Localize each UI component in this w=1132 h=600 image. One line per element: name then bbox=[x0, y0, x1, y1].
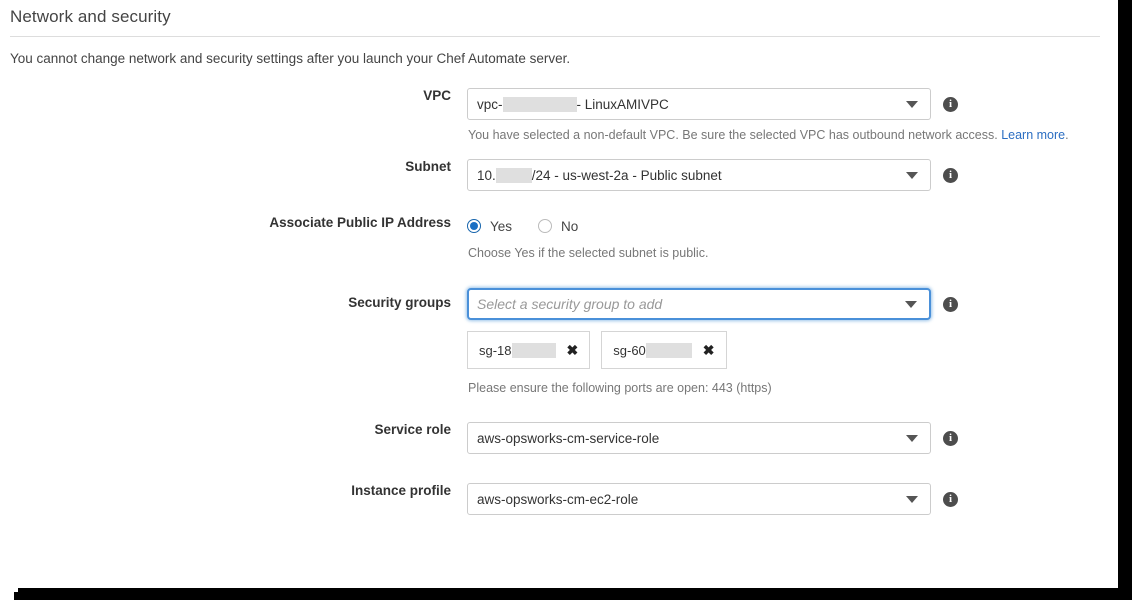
remove-chip-icon[interactable]: ✖ bbox=[703, 343, 715, 357]
info-icon[interactable]: i bbox=[943, 167, 958, 183]
vpc-field: vpc- - LinuxAMIVPC i You have selected a… bbox=[467, 88, 1110, 142]
intro-text: You cannot change network and security s… bbox=[10, 51, 571, 66]
security-groups-label: Security groups bbox=[348, 295, 451, 310]
radio-yes[interactable] bbox=[467, 219, 481, 233]
info-icon[interactable]: i bbox=[943, 491, 958, 507]
chevron-down-icon[interactable] bbox=[905, 301, 917, 308]
instance-profile-value: aws-opsworks-cm-ec2-role bbox=[477, 491, 639, 507]
chevron-down-icon[interactable] bbox=[906, 172, 918, 179]
vpc-hint-text: You have selected a non-default VPC. Be … bbox=[468, 128, 1002, 142]
field-row-security-groups: Security groups Select a security group … bbox=[0, 288, 1110, 395]
vpc-hint: You have selected a non-default VPC. Be … bbox=[467, 128, 1110, 142]
subnet-value-prefix: 10. bbox=[477, 167, 496, 183]
security-groups-placeholder: Select a security group to add bbox=[477, 296, 663, 312]
service-role-control-line: aws-opsworks-cm-service-role i bbox=[467, 422, 1110, 454]
associate-public-ip-radio-group: Yes No bbox=[467, 215, 1110, 237]
screenshot-shadow-bottom-notch-2 bbox=[10, 587, 18, 592]
service-role-field: aws-opsworks-cm-service-role i bbox=[467, 422, 1110, 454]
subnet-control-line: 10. /24 - us-west-2a - Public subnet i bbox=[467, 159, 1110, 191]
network-security-form: VPC vpc- - LinuxAMIVPC i You have select… bbox=[0, 88, 1110, 515]
vpc-redaction bbox=[502, 96, 577, 112]
subnet-field: 10. /24 - us-west-2a - Public subnet i bbox=[467, 159, 1110, 191]
vpc-hint-period: . bbox=[1065, 128, 1069, 142]
info-icon[interactable]: i bbox=[943, 430, 958, 446]
security-groups-control-line: Select a security group to add i bbox=[467, 288, 1110, 320]
subnet-label: Subnet bbox=[405, 159, 451, 174]
learn-more-link[interactable]: Learn more bbox=[1001, 128, 1065, 142]
security-group-chip-label: sg-60 bbox=[613, 342, 646, 358]
chevron-down-icon[interactable] bbox=[906, 496, 918, 503]
radio-yes-label[interactable]: Yes bbox=[490, 219, 512, 234]
security-groups-select[interactable]: Select a security group to add bbox=[467, 288, 931, 320]
security-groups-hint: Please ensure the following ports are op… bbox=[468, 381, 772, 395]
associate-public-ip-field: Yes No Choose Yes if the selected subnet… bbox=[467, 215, 1110, 260]
security-group-chip-redaction bbox=[511, 342, 556, 358]
info-icon[interactable]: i bbox=[943, 296, 958, 312]
service-role-label: Service role bbox=[374, 422, 451, 437]
security-group-chip: sg-60 ✖ bbox=[601, 331, 727, 369]
security-groups-field: Select a security group to add i sg-18 ✖… bbox=[467, 288, 1110, 395]
page-title: Network and security bbox=[10, 7, 171, 26]
info-icon[interactable]: i bbox=[943, 96, 958, 112]
field-row-instance-profile: Instance profile aws-opsworks-cm-ec2-rol… bbox=[0, 483, 1110, 515]
remove-chip-icon[interactable]: ✖ bbox=[567, 343, 579, 357]
vpc-value-suffix: - LinuxAMIVPC bbox=[576, 96, 669, 112]
radio-no[interactable] bbox=[538, 219, 553, 233]
security-group-chip: sg-18 ✖ bbox=[467, 331, 591, 369]
vpc-select[interactable]: vpc- - LinuxAMIVPC bbox=[467, 88, 931, 120]
service-role-value: aws-opsworks-cm-service-role bbox=[477, 430, 660, 446]
field-row-service-role: Service role aws-opsworks-cm-service-rol… bbox=[0, 422, 1110, 454]
chevron-down-icon[interactable] bbox=[906, 435, 918, 442]
vpc-control-line: vpc- - LinuxAMIVPC i bbox=[467, 88, 1110, 120]
security-group-chip-redaction bbox=[645, 342, 692, 358]
subnet-select[interactable]: 10. /24 - us-west-2a - Public subnet bbox=[467, 159, 931, 191]
radio-no-label[interactable]: No bbox=[561, 219, 578, 234]
instance-profile-select[interactable]: aws-opsworks-cm-ec2-role bbox=[467, 483, 931, 515]
field-row-subnet: Subnet 10. /24 - us-west-2a - Public subn… bbox=[0, 159, 1110, 191]
subnet-value-suffix: /24 - us-west-2a - Public subnet bbox=[531, 167, 722, 183]
screenshot-shadow-right-notch bbox=[1110, 0, 1118, 9]
security-group-chip-label: sg-18 bbox=[479, 342, 512, 358]
instance-profile-label: Instance profile bbox=[351, 483, 451, 498]
chevron-down-icon[interactable] bbox=[906, 101, 918, 108]
instance-profile-field: aws-opsworks-cm-ec2-role i bbox=[467, 483, 1110, 515]
associate-public-ip-label: Associate Public IP Address bbox=[269, 215, 451, 230]
vpc-label: VPC bbox=[423, 88, 451, 103]
screenshot-shadow-bottom bbox=[12, 588, 1132, 600]
field-row-vpc: VPC vpc- - LinuxAMIVPC i You have select… bbox=[0, 88, 1110, 142]
service-role-select[interactable]: aws-opsworks-cm-service-role bbox=[467, 422, 931, 454]
vpc-value-prefix: vpc- bbox=[477, 96, 503, 112]
field-row-associate-public-ip: Associate Public IP Address Yes No Choos… bbox=[0, 215, 1110, 260]
security-group-chip-list: sg-18 ✖ sg-60 ✖ bbox=[467, 331, 1110, 369]
instance-profile-control-line: aws-opsworks-cm-ec2-role i bbox=[467, 483, 1110, 515]
screenshot-shadow-right bbox=[1118, 0, 1132, 588]
associate-public-ip-hint: Choose Yes if the selected subnet is pub… bbox=[468, 246, 709, 260]
subnet-redaction bbox=[495, 167, 532, 183]
network-and-security-panel: Network and security You cannot change n… bbox=[0, 0, 1110, 586]
